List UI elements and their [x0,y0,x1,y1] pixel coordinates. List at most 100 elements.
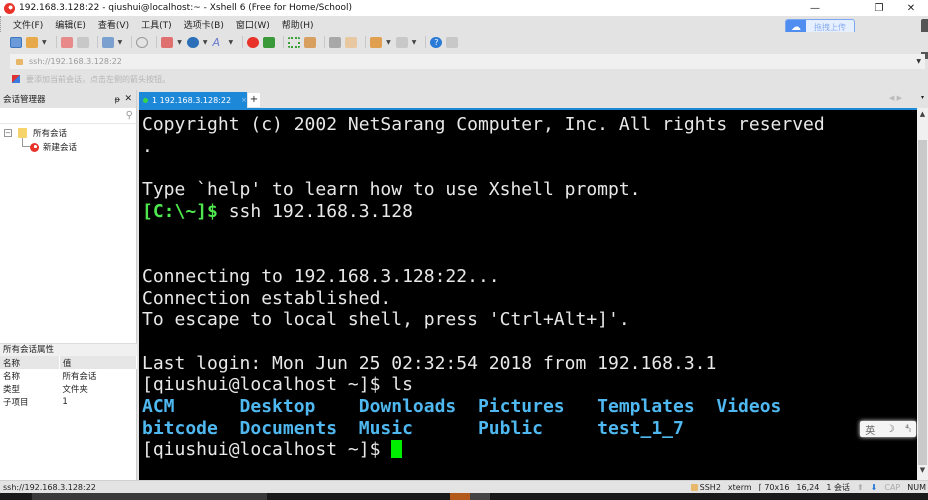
folder-dropdown-icon[interactable]: ▼ [386,39,391,46]
connected-status-icon [143,97,148,103]
status-sessions: 1 会话 [826,482,850,492]
address-bar[interactable]: ssh://192.168.3.128:22 ▼ [10,54,925,69]
tab-label: 1 192.168.3.128:22 [152,95,232,105]
close-button[interactable]: ✕ [896,0,926,16]
ime-punct-icon[interactable]: ⁴ₗ [905,424,911,435]
menu-tabs[interactable]: 选项卡(B) [184,18,224,31]
menu-tools[interactable]: 工具(T) [141,18,172,31]
tab-list-dropdown-icon[interactable]: ▾ [921,94,924,101]
terminal-text: To escape to local shell, press 'Ctrl+Al… [142,309,630,331]
table-row: 子项目 1 [0,395,137,408]
ime-moon-icon[interactable]: ☽ [886,424,895,435]
terminal-scrollbar[interactable]: ▲ ▼ [917,108,928,480]
search-icon[interactable]: ⚲ [126,110,133,121]
terminal-text: Connection established. [142,287,392,309]
menu-help[interactable]: 帮助(H) [282,18,314,31]
lock-icon[interactable] [304,36,317,48]
highlight-icon[interactable] [345,36,358,48]
tab-scroll-arrows[interactable]: ◀ ▶ [889,94,902,102]
new-session-icon[interactable] [10,36,22,48]
tab-close-icon[interactable]: × [241,96,247,104]
menu-file[interactable]: 文件(F) [13,18,43,31]
fullscreen-icon[interactable] [288,36,301,48]
terminal-line: Connection established. [142,288,917,310]
toolbar-divider [365,36,367,48]
minimize-button[interactable]: — [800,0,830,16]
font-icon[interactable]: A [213,37,225,48]
copy-paste-icon[interactable] [161,36,174,48]
add-session-arrow-icon[interactable] [12,75,20,83]
open-folder-icon[interactable] [26,36,38,48]
keyboard-icon[interactable] [329,36,342,48]
terminal-text: ssh 192.168.3.128 [217,200,413,222]
menu-view[interactable]: 查看(V) [98,18,129,31]
upload-arrow-icon[interactable]: ⬆ [857,483,864,492]
ls-directory-listing: ACM Desktop Downloads Pictures Templates… [142,395,782,417]
xshell-icon[interactable] [247,36,260,48]
scroll-down-icon[interactable]: ▼ [917,466,928,478]
copy-dropdown-icon[interactable]: ▼ [177,39,182,46]
column-header-value[interactable]: 值 [59,356,138,369]
toolbar-divider [425,36,427,48]
layout-icon[interactable] [395,36,408,48]
reconnect-icon[interactable] [76,36,89,48]
address-dropdown-icon[interactable]: ▼ [916,58,921,65]
terminal-text: Copyright (c) 2002 NetSarang Computer, I… [142,114,825,135]
terminal-line: [qiushui@localhost ~]$ [142,439,917,461]
pin-icon[interactable]: ᵽ [115,95,120,104]
tab-bar: 1 192.168.3.128:22 × + ◀ ▶ ▾ [139,90,928,108]
download-arrow-icon[interactable]: ⬇ [871,483,878,492]
tree-item-all-sessions[interactable]: − 所有会话 [0,126,136,140]
open-dropdown-icon[interactable]: ▼ [42,39,47,46]
taskbar-item[interactable] [450,493,470,500]
find-icon[interactable] [136,36,149,48]
ime-language-icon[interactable]: 英 [865,422,875,437]
terminal-line: Connecting to 192.168.3.128:22... [142,266,917,288]
column-header-name[interactable]: 名称 [0,356,60,369]
terminal-text: [qiushui@localhost ~]$ [142,439,392,461]
disconnect-icon[interactable] [60,36,73,48]
new-folder-icon[interactable] [370,36,383,48]
tab-session-1[interactable]: 1 192.168.3.128:22 × [139,92,247,108]
taskbar-item[interactable] [470,493,490,500]
close-icon[interactable]: ✕ [124,94,132,104]
help-icon[interactable]: ? [430,36,443,48]
font-dropdown-icon[interactable]: ▼ [229,39,234,46]
window-title: 192.168.3.128:22 - qiushui@localhost:~ -… [19,3,353,13]
property-value: 所有会话 [62,371,97,382]
chat-icon[interactable] [446,36,459,48]
taskbar-item[interactable] [32,493,267,500]
title-bar: 192.168.3.128:22 - qiushui@localhost:~ -… [0,0,928,16]
address-url[interactable]: ssh://192.168.3.128:22 [29,57,122,66]
terminal-output[interactable]: Copyright (c) 2002 NetSarang Computer, I… [139,108,917,480]
status-connection: ssh://192.168.3.128:22 [3,482,96,492]
menu-edit[interactable]: 编辑(E) [55,18,86,31]
tree-item-new-session[interactable]: 新建会话 [0,138,136,154]
hint-text: 要添加当前会话，点击左侧的箭头按钮。 [26,74,170,84]
status-terminal-type: xterm [727,482,752,492]
globe-icon[interactable] [186,36,199,48]
menu-window[interactable]: 窗口(W) [236,18,270,31]
session-search-input[interactable]: ⚲ [0,108,136,124]
scroll-up-icon[interactable]: ▲ [917,110,928,122]
new-tab-button[interactable]: + [248,93,260,107]
terminal-line: ACM Desktop Downloads Pictures Templates… [142,396,917,418]
toolbar-divider [156,36,158,48]
terminal-line: [C:\~]$ ssh 192.168.3.128 [142,201,917,223]
layout-dropdown-icon[interactable]: ▼ [412,39,417,46]
status-num: NUM [907,482,926,492]
terminal-line: . [142,136,917,158]
terminal-line: Type `help' to learn how to use Xshell p… [142,179,917,201]
properties-dropdown-icon[interactable]: ▼ [118,39,123,46]
xftp-icon[interactable] [263,36,276,48]
scroll-thumb[interactable] [918,140,927,465]
os-taskbar [0,493,928,500]
ime-toolbar[interactable]: 英 ☽ ⁴ₗ [860,421,916,437]
tree-connector [22,138,30,147]
globe-dropdown-icon[interactable]: ▼ [203,39,208,46]
collapse-toggle[interactable]: − [4,129,12,137]
tree-item-label: 新建会话 [43,143,78,153]
restore-button[interactable]: ❐ [864,0,894,16]
session-properties-icon[interactable] [101,36,114,48]
terminal-cursor [391,440,403,459]
